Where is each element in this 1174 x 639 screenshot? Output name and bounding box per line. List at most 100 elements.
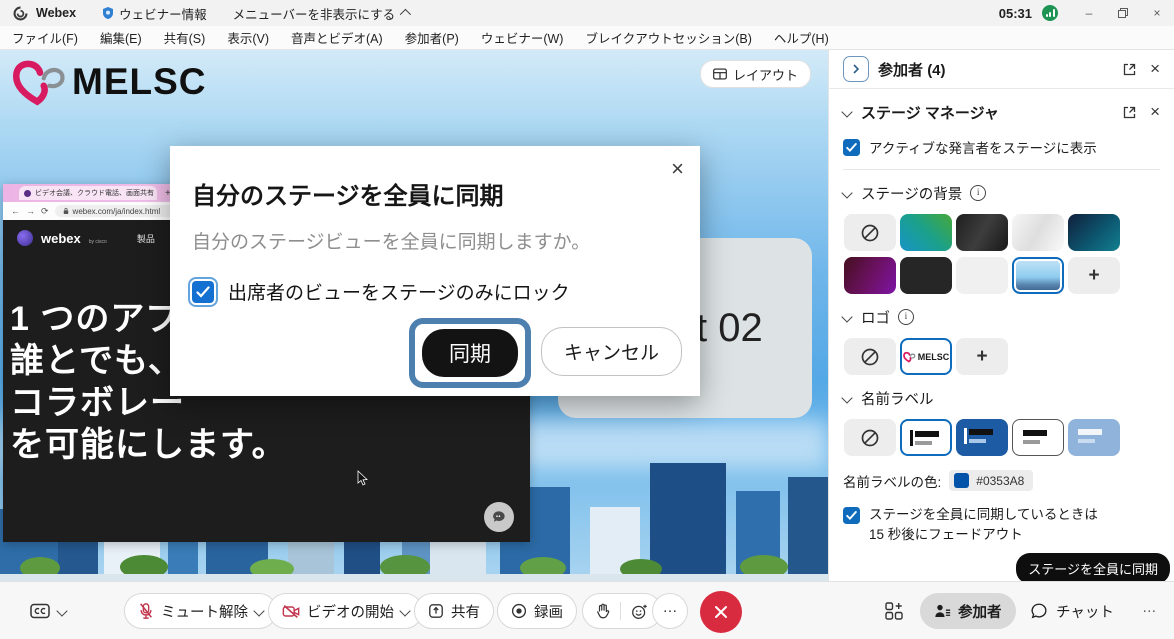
logo-none-swatch[interactable]: [844, 338, 896, 375]
apps-button[interactable]: [884, 593, 904, 629]
browser-tab[interactable]: ビデオ会議、クラウド電話、画面共有: [19, 186, 157, 200]
unmute-button[interactable]: ミュート解除: [124, 593, 277, 629]
background-chevron-icon[interactable]: [841, 187, 852, 198]
stage-logo-text: MELSC: [72, 61, 207, 103]
stage-logo: MELSC: [12, 58, 207, 106]
background-none-swatch[interactable]: [844, 214, 896, 251]
reactions-button[interactable]: [582, 593, 662, 629]
menu-share[interactable]: 共有(S): [164, 28, 206, 47]
menu-webinar[interactable]: ウェビナー(W): [481, 28, 564, 47]
reload-button[interactable]: ⟳: [41, 206, 49, 217]
sync-fade-label[interactable]: ステージを全員に同期しているときは 15 秒後にフェードアウト: [869, 505, 1098, 546]
menu-view[interactable]: 表示(V): [227, 28, 269, 47]
name-label-none-swatch[interactable]: [844, 419, 896, 456]
sync-fade-checkbox[interactable]: [843, 507, 860, 524]
participants-icon: [934, 603, 951, 619]
none-icon: [860, 223, 880, 243]
participants-toggle-button[interactable]: 参加者: [920, 593, 1016, 629]
favicon: [24, 190, 31, 197]
lock-view-label[interactable]: 出席者のビューをステージのみにロック: [228, 278, 570, 305]
background-swatch-plain[interactable]: [956, 257, 1008, 294]
collapse-panel-button[interactable]: [843, 56, 869, 82]
cancel-button[interactable]: キャンセル: [541, 327, 682, 376]
more-panels-button[interactable]: …: [1142, 593, 1157, 629]
sync-button[interactable]: 同期: [422, 329, 518, 377]
layout-button[interactable]: レイアウト: [700, 60, 811, 88]
menu-help[interactable]: ヘルプ(H): [774, 28, 829, 47]
more-options-button[interactable]: …: [652, 593, 688, 629]
name-label-style-3[interactable]: [1012, 419, 1064, 456]
app-title: Webex: [36, 6, 76, 20]
camera-off-icon: [282, 604, 300, 619]
menu-breakout[interactable]: ブレイクアウトセッション(B): [585, 28, 751, 47]
background-swatch-row-1: [829, 208, 1174, 251]
menu-edit[interactable]: 編集(E): [100, 28, 142, 47]
record-button[interactable]: 録画: [497, 593, 577, 629]
chat-toggle-button[interactable]: チャット: [1030, 593, 1114, 629]
start-video-button[interactable]: ビデオの開始: [268, 593, 423, 629]
hide-menubar-button[interactable]: メニューバーを非表示にする: [233, 4, 409, 23]
chevron-down-icon[interactable]: [841, 106, 852, 117]
popout-icon[interactable]: [1123, 63, 1136, 76]
background-swatch-teal-green[interactable]: [900, 214, 952, 251]
dialog-close-icon[interactable]: ×: [671, 158, 684, 180]
name-label-style-1-selected[interactable]: [900, 419, 952, 456]
logo-chevron-icon[interactable]: [841, 311, 852, 322]
stage-manager-close-icon[interactable]: ×: [1150, 102, 1160, 122]
mouse-cursor: [357, 470, 368, 486]
restore-button[interactable]: [1106, 0, 1140, 26]
apps-grid-icon: [884, 601, 904, 621]
menubar: ファイル(F) 編集(E) 共有(S) 表示(V) 音声とビデオ(A) 参加者(…: [0, 26, 1174, 50]
background-swatch-purple[interactable]: [844, 257, 896, 294]
captions-button[interactable]: [30, 593, 66, 629]
logo-title: ロゴ: [861, 307, 890, 328]
dialog-body: 自分のステージビューを全員に同期しますか。: [170, 211, 700, 254]
minimize-button[interactable]: –: [1072, 0, 1106, 26]
background-swatch-navy-teal[interactable]: [1068, 214, 1120, 251]
background-add-swatch[interactable]: +: [1068, 257, 1120, 294]
webinar-info-button[interactable]: ウェビナー情報: [102, 4, 207, 23]
webex-site-logo: [17, 230, 33, 246]
name-label-color-picker[interactable]: #0353A8: [949, 470, 1033, 491]
site-nav-products[interactable]: 製品: [137, 232, 155, 245]
titlebar: Webex ウェビナー情報 メニューバーを非表示にする 05:31 – ×: [0, 0, 1174, 26]
name-label-swatch-row: [829, 413, 1174, 456]
chat-bubble-icon[interactable]: [484, 502, 514, 532]
none-icon: [860, 428, 880, 448]
name-label-style-2[interactable]: [956, 419, 1008, 456]
color-hex-value: #0353A8: [976, 474, 1024, 488]
panel-title: 参加者 (4): [878, 59, 946, 80]
leave-meeting-button[interactable]: [700, 591, 742, 633]
close-panel-icon[interactable]: ×: [1150, 59, 1160, 79]
background-title: ステージの背景: [861, 183, 962, 204]
logo-add-swatch[interactable]: +: [956, 338, 1008, 375]
active-speaker-label[interactable]: アクティブな発言者をステージに表示: [869, 137, 1097, 157]
background-info-icon[interactable]: i: [970, 185, 986, 201]
background-swatch-light-wave[interactable]: [1012, 214, 1064, 251]
menu-participants[interactable]: 参加者(P): [405, 28, 459, 47]
share-icon: [428, 603, 444, 619]
name-label-style-4[interactable]: [1068, 419, 1120, 456]
active-speaker-checkbox[interactable]: [843, 139, 860, 156]
menu-file[interactable]: ファイル(F): [12, 28, 78, 47]
logo-swatch-melsc-selected[interactable]: MELSC: [900, 338, 952, 375]
captions-chevron-icon: [56, 605, 67, 616]
back-button[interactable]: ←: [11, 206, 20, 216]
sync-stage-tooltip: ステージを全員に同期: [1016, 553, 1170, 584]
name-label-chevron-icon[interactable]: [841, 392, 852, 403]
background-swatch-black[interactable]: [900, 257, 952, 294]
dialog-title: 自分のステージを全員に同期: [170, 146, 700, 211]
background-swatch-cityscape-selected[interactable]: [1012, 257, 1064, 294]
forward-button[interactable]: →: [26, 206, 35, 216]
captions-icon: [30, 603, 50, 619]
ellipsis-icon: …: [1142, 600, 1157, 616]
close-window-button[interactable]: ×: [1140, 0, 1174, 26]
lock-view-checkbox[interactable]: [192, 281, 214, 303]
logo-info-icon[interactable]: i: [898, 309, 914, 325]
stage-manager-popout-icon[interactable]: [1123, 106, 1136, 119]
share-button[interactable]: 共有: [414, 593, 494, 629]
menu-audio-video[interactable]: 音声とビデオ(A): [291, 28, 383, 47]
background-swatch-dark-wave[interactable]: [956, 214, 1008, 251]
emoji-plus-icon: [631, 603, 648, 620]
connection-quality-icon[interactable]: [1042, 5, 1058, 21]
